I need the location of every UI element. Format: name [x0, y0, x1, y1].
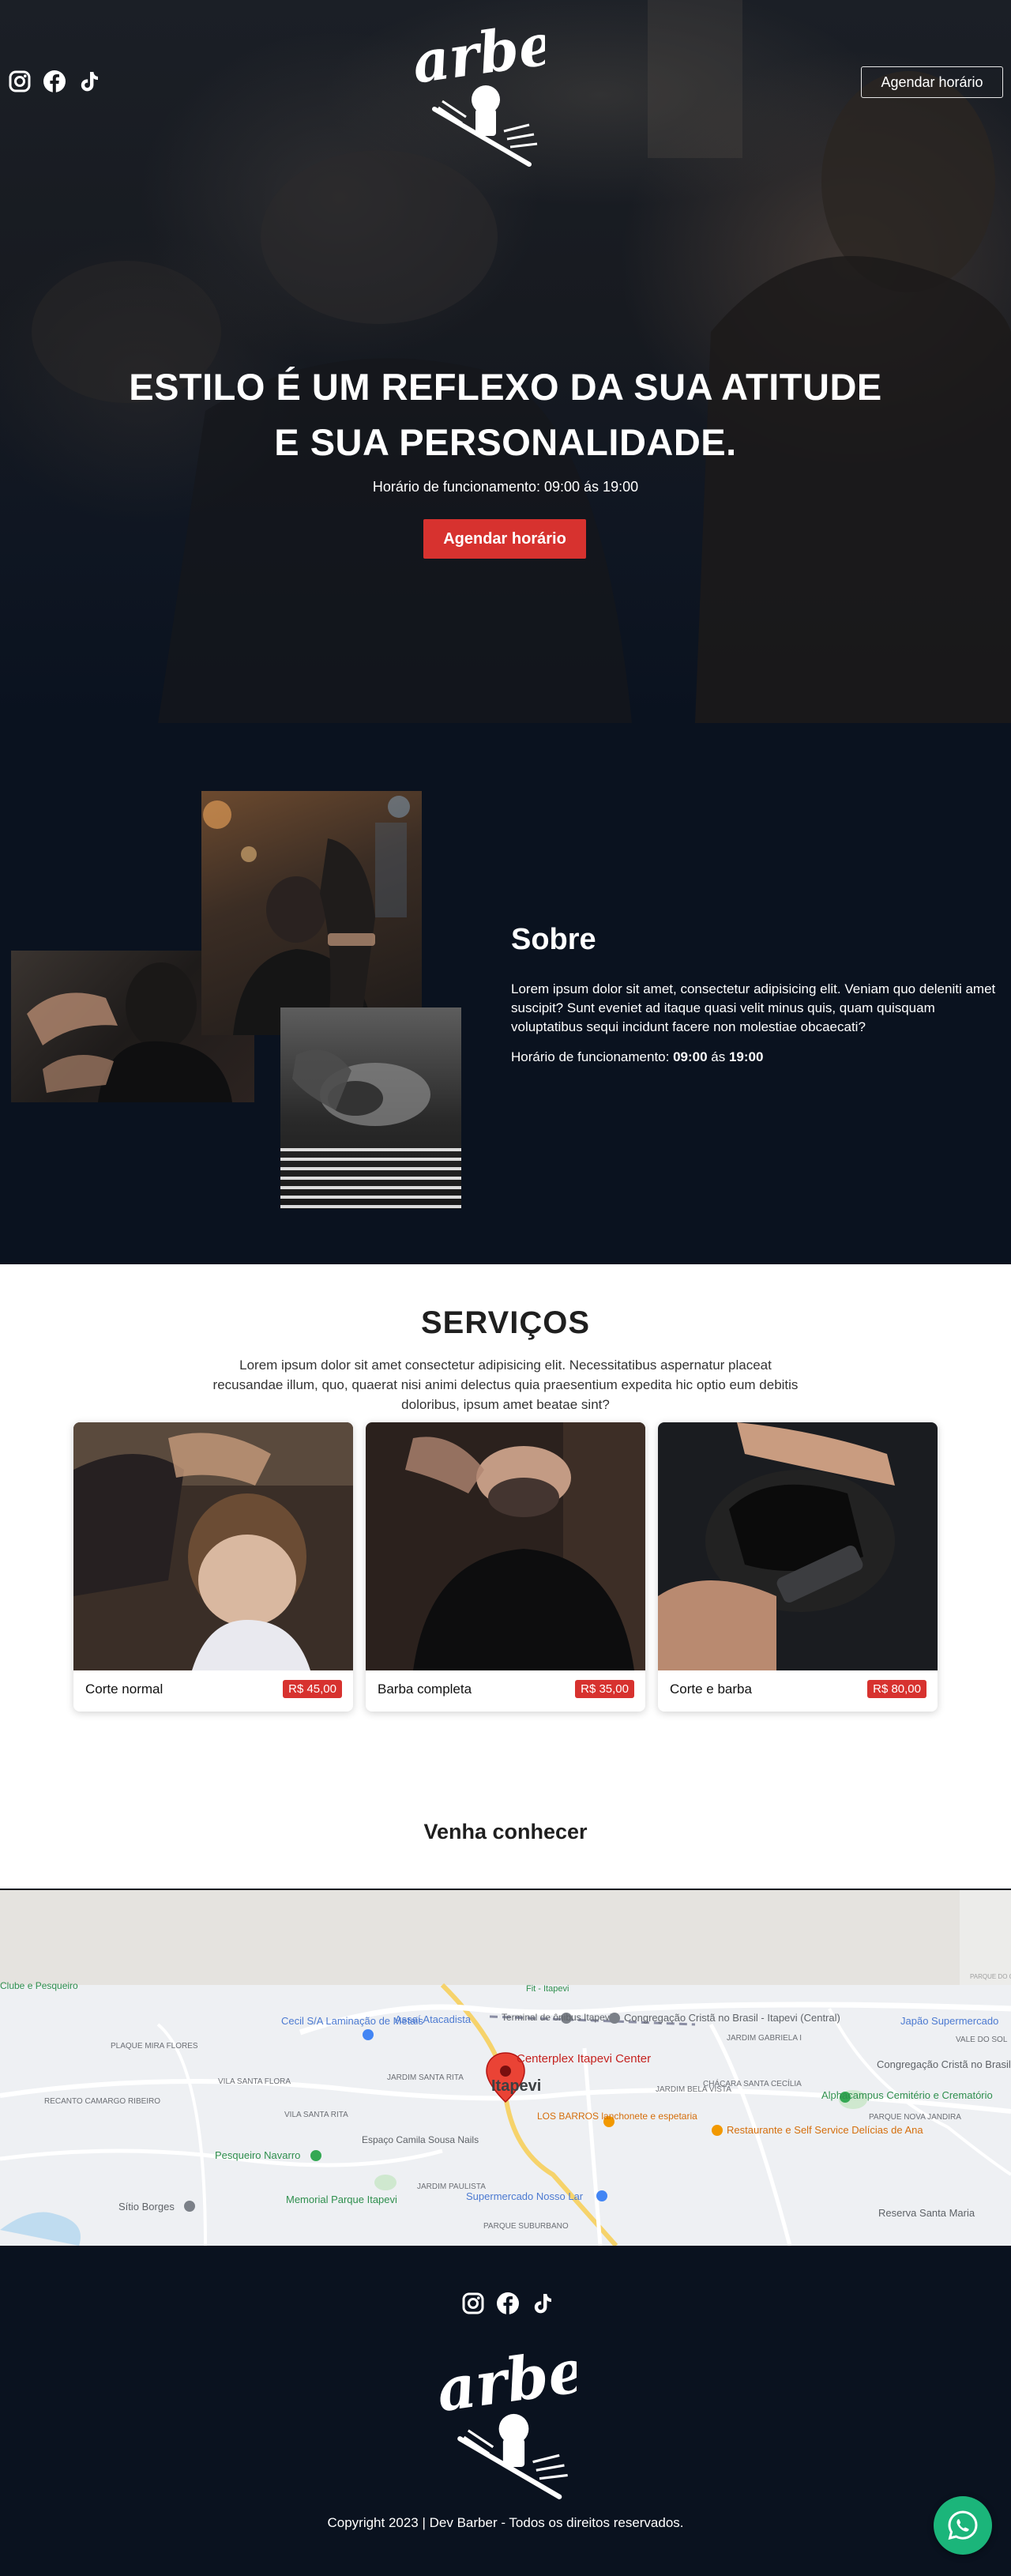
footer-social-links — [461, 2292, 554, 2315]
haircut-photo-icon — [73, 1422, 353, 1670]
about-hours: Horário de funcionamento: 09:00 ás 19:00 — [511, 1049, 763, 1065]
map-canvas[interactable]: Centerplex Itapevi Center Itapevi Cecil … — [0, 1890, 1011, 2246]
service-price-badge: R$ 80,00 — [867, 1680, 926, 1698]
header-social-links — [8, 70, 101, 93]
whatsapp-button[interactable] — [934, 2496, 992, 2555]
map-label-suburbano: PARQUE SUBURBANO — [483, 2222, 569, 2231]
location-title: Venha conhecer — [423, 1820, 588, 1843]
map-label-alphacampus: Alphacampus Cemitério e Crematório — [821, 2089, 993, 2101]
map-label-valedosol: VALE DO SOL — [956, 2036, 1008, 2044]
copyright-text: Copyright 2023 | Dev Barber - Todos os d… — [327, 2515, 684, 2530]
tiktok-icon[interactable] — [531, 2292, 554, 2315]
map-label-jardimsanta: JARDIM SANTA RITA — [387, 2073, 464, 2082]
about-hours-open: 09:00 — [673, 1049, 708, 1064]
service-card[interactable]: Corte e barba R$ 80,00 — [658, 1422, 938, 1712]
map-label-city: Itapevi — [491, 2077, 541, 2095]
map-label-reserva: Reserva Santa Maria — [878, 2207, 975, 2219]
map-label-camargo: PARQUE DO CAMARGO — [970, 1973, 1011, 1980]
map-label-belavista: JARDIM BELA VISTA — [656, 2085, 731, 2094]
map-label-jardimgabriela: JARDIM GABRIELA I — [727, 2034, 802, 2043]
map-label-fitpevi: Fit - Itapevi — [526, 1984, 569, 1994]
tiktok-icon[interactable] — [77, 70, 101, 93]
hero-title-line1: ESTILO É UM REFLEXO DA SUA ATITUDE — [129, 366, 882, 408]
instagram-icon[interactable] — [461, 2292, 485, 2315]
poi-marker-icon[interactable] — [310, 2150, 321, 2161]
service-name: Barba completa — [378, 1682, 472, 1697]
poi-marker-icon[interactable] — [712, 2125, 723, 2136]
map-label-terminal: Terminal de ônibus Itapevi — [502, 2012, 611, 2023]
barber-logo-icon: Barber — [359, 5, 592, 167]
hero-schedule-button[interactable]: Agendar horário — [423, 519, 586, 559]
about-photo-beard — [280, 1007, 461, 1209]
about-hours-prefix: Horário de funcionamento: — [511, 1049, 674, 1064]
header-schedule-button[interactable]: Agendar horário — [861, 66, 1003, 98]
about-title: Sobre — [511, 923, 596, 956]
map-label-sitio: Sítio Borges — [118, 2201, 175, 2213]
salon-scene-icon — [203, 796, 410, 1035]
map-label-pesqueiro: Pesqueiro Navarro — [215, 2149, 300, 2161]
location-map[interactable]: Centerplex Itapevi Center Itapevi Cecil … — [0, 1890, 1011, 2246]
instagram-icon[interactable] — [8, 70, 32, 93]
services-title: SERVIÇOS — [421, 1305, 590, 1340]
service-card[interactable]: Barba completa R$ 35,00 — [366, 1422, 645, 1712]
service-card[interactable]: Corte normal R$ 45,00 — [73, 1422, 353, 1712]
poi-marker-icon[interactable] — [184, 2201, 195, 2212]
map-label-barros: LOS BARROS lanchonete e espetaria — [537, 2111, 697, 2122]
map-label-parquenova: PARQUE NOVA JANDIRA — [869, 2113, 961, 2122]
poi-marker-icon[interactable] — [596, 2190, 607, 2201]
service-name: Corte e barba — [670, 1682, 752, 1697]
map-label-clube: Clube e Pesqueiro — [0, 1980, 78, 1991]
map-label-vilasanta: VILA SANTA FLORA — [218, 2077, 291, 2086]
hero-title-line2: E SUA PERSONALIDADE. — [274, 421, 737, 463]
beard-scene-icon — [280, 1049, 461, 1208]
service-name: Corte normal — [85, 1682, 163, 1697]
hero-section: Barber Agendar horário ESTILO É UM REFLE… — [0, 0, 1011, 723]
about-hours-close: 19:00 — [728, 1049, 764, 1064]
services-text: Lorem ipsum dolor sit amet consectetur a… — [212, 1358, 799, 1412]
about-text: Lorem ipsum dolor sit amet, consectetur … — [511, 981, 996, 1034]
map-label-paulista: JARDIM PAULISTA — [417, 2182, 486, 2191]
barber-logo-icon: Barber — [381, 2330, 626, 2499]
poi-marker-icon[interactable] — [363, 2029, 374, 2040]
header-logo[interactable]: Barber — [359, 5, 592, 172]
map-label-congregacao2: Congregação Cristã no Brasil - Granja Al… — [877, 2058, 1011, 2070]
map-label-assai: Assaí Atacadista — [395, 2013, 472, 2025]
footer-logo[interactable]: Barber — [381, 2330, 626, 2505]
clipper-photo-icon — [658, 1422, 938, 1670]
service-price-badge: R$ 35,00 — [575, 1680, 634, 1698]
map-label-pin: Centerplex Itapevi Center — [517, 2052, 651, 2066]
whatsapp-icon — [948, 2510, 978, 2540]
map-label-congregacao1: Congregação Cristã no Brasil - Itapevi (… — [624, 2012, 840, 2024]
map-label-restaurante: Restaurante e Self Service Delícias de A… — [727, 2124, 923, 2136]
beard-photo-icon — [366, 1422, 645, 1670]
service-price-badge: R$ 45,00 — [283, 1680, 342, 1698]
map-label-japao: Japão Supermercado — [900, 2015, 998, 2027]
map-label-vilasantarita: VILA SANTA RITA — [284, 2111, 348, 2119]
about-photo-salon — [201, 791, 422, 1035]
about-hours-mid: ás — [707, 1049, 729, 1064]
map-label-espaco: Espaço Camila Sousa Nails — [362, 2134, 479, 2145]
hero-hours: Horário de funcionamento: 09:00 ás 19:00 — [372, 479, 639, 495]
facebook-icon[interactable] — [43, 70, 66, 93]
poi-marker-icon[interactable] — [609, 2013, 620, 2024]
map-label-plaque: PLAQUE MIRA FLORES — [111, 2042, 198, 2051]
map-label-recanto: RECANTO CAMARGO RIBEIRO — [44, 2097, 160, 2106]
facebook-icon[interactable] — [496, 2292, 520, 2315]
map-label-memorial: Memorial Parque Itapevi — [286, 2194, 397, 2205]
map-label-nossolar: Supermercado Nosso Lar — [466, 2190, 584, 2202]
hero-title: ESTILO É UM REFLEXO DA SUA ATITUDE E SUA… — [111, 360, 900, 470]
